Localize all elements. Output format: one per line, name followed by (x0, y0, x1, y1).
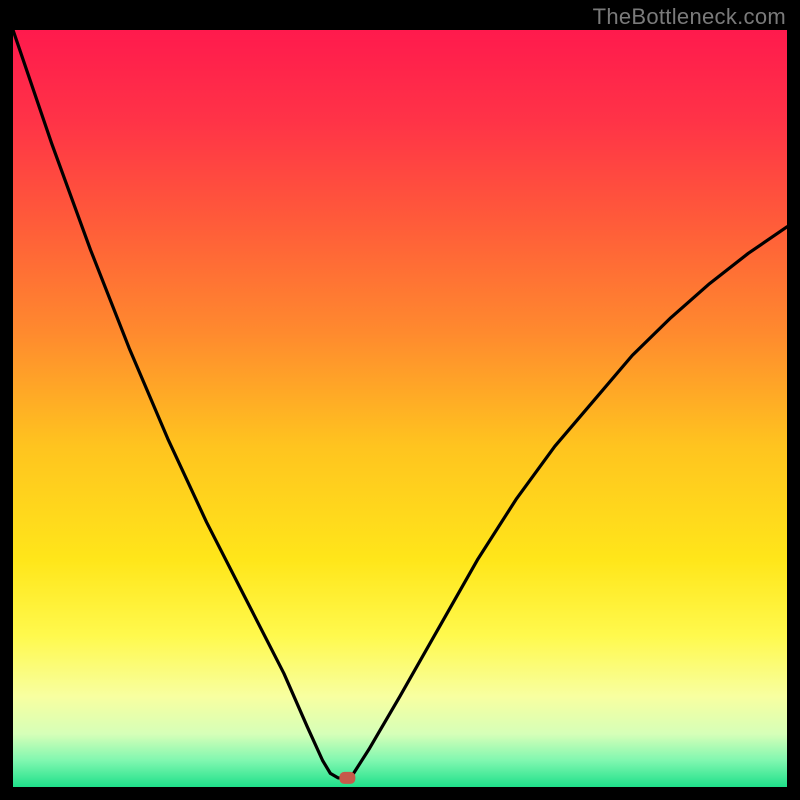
chart-frame: TheBottleneck.com (0, 0, 800, 800)
plot-area (13, 30, 787, 787)
gradient-background (13, 30, 787, 787)
watermark-text: TheBottleneck.com (593, 4, 786, 30)
chart-svg (13, 30, 787, 787)
marker-dot (339, 772, 355, 784)
